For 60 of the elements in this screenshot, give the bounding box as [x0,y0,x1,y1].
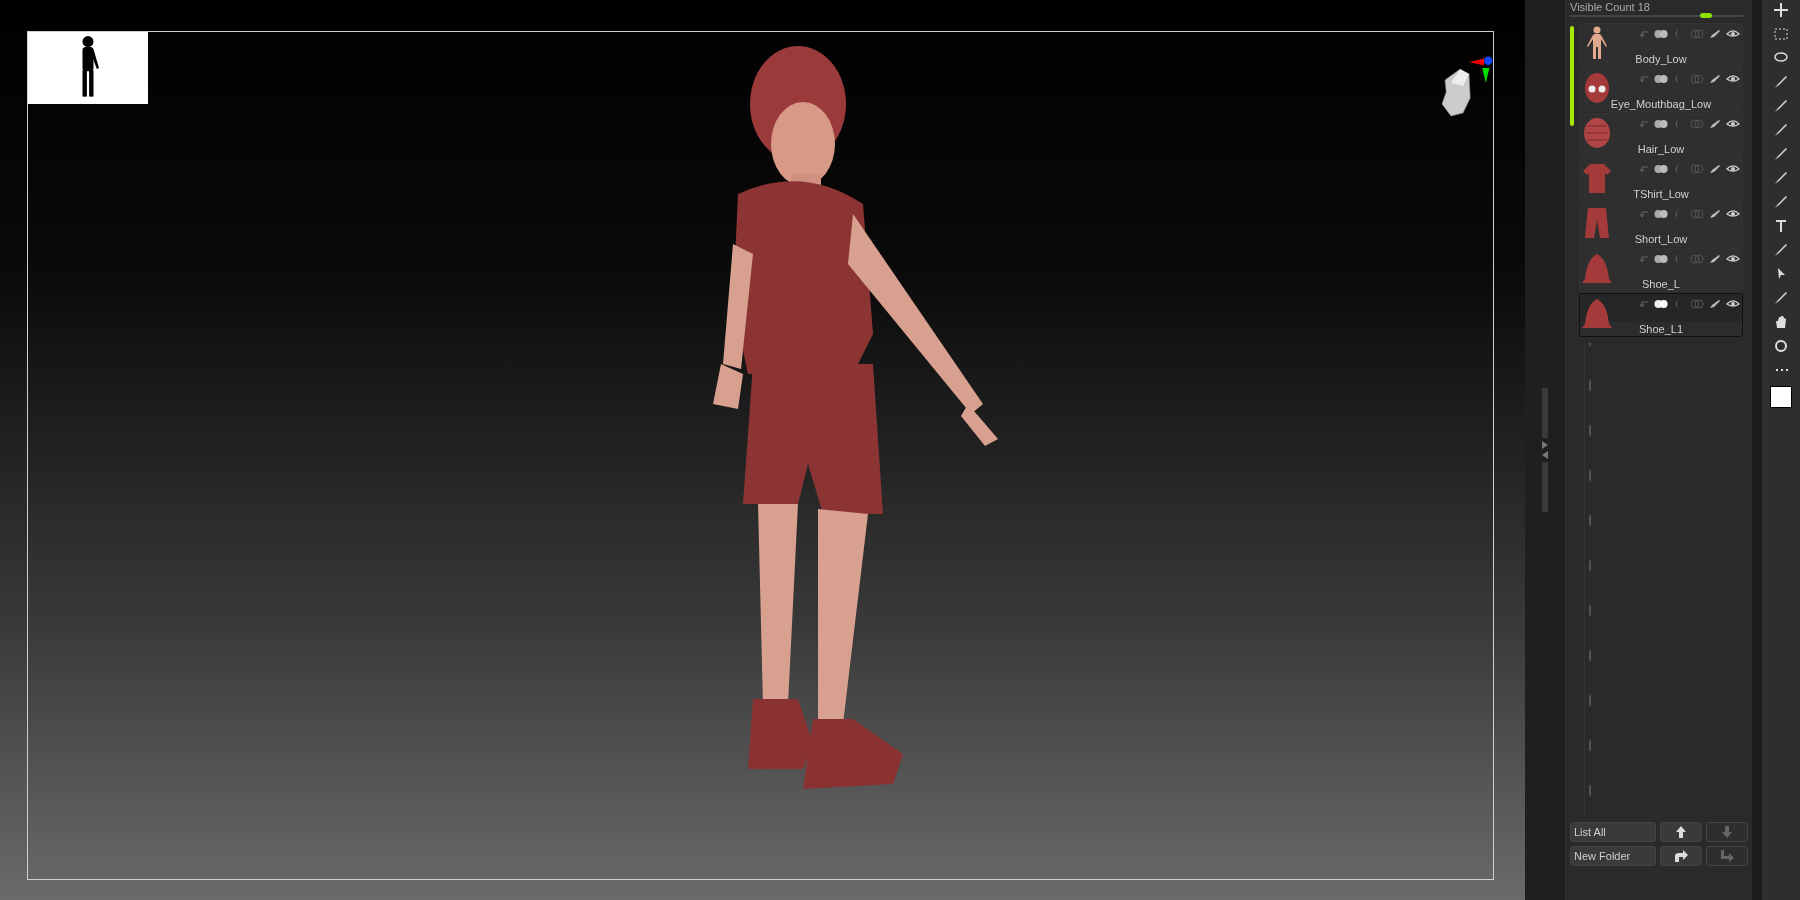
select-tool-icon[interactable] [1773,26,1789,42]
toggle-dots-icon[interactable] [1654,209,1668,219]
collapse-arrows-icon[interactable] [1541,440,1549,460]
toggle-dots-icon[interactable] [1654,299,1668,309]
subtool-item[interactable]: Shoe_L [1579,248,1743,292]
toggle-dots-icon[interactable] [1654,254,1668,264]
visible-count-slider[interactable] [1699,13,1712,18]
subtool-item[interactable]: TShirt_Low [1579,158,1743,202]
brush-icon[interactable] [1708,74,1722,84]
subtool-thumbnail-icon [1582,71,1612,105]
subtool-name: Shoe_L [1641,278,1681,290]
eye-icon[interactable] [1726,299,1740,309]
subtool-thumbnail-icon [1582,116,1612,150]
subtool-thumbnail-icon [1582,251,1612,285]
subtool-name: Hair_Low [1636,143,1686,155]
toggle-dots-icon[interactable] [1654,29,1668,39]
subtool-name: Shoe_L1 [1637,323,1684,335]
curved-arrow-icon [1674,850,1688,862]
move-tool-icon[interactable] [1773,2,1789,18]
subtool-thumbnail-icon [1582,206,1612,240]
new-folder-button[interactable]: New Folder [1570,846,1656,866]
eye-icon[interactable] [1726,74,1740,84]
down-arrow-icon [1722,826,1732,838]
subtool-item[interactable]: Shoe_L1 [1579,293,1743,337]
up-arrow-icon [1676,826,1686,838]
subtool-name: Body_Low [1634,53,1688,65]
brush-icon[interactable] [1708,254,1722,264]
toggle-dots-icon[interactable] [1654,74,1668,84]
brush-icon[interactable] [1708,299,1722,309]
visible-count-label: Visible Count 18 [1570,1,1651,13]
move-up-button[interactable] [1660,822,1702,842]
subtool-item[interactable]: Eye_Mouthbag_Low [1579,68,1743,112]
list-all-button[interactable]: List All [1570,822,1656,842]
subtool-thumbnail-icon [1582,161,1612,195]
eye-icon[interactable] [1726,119,1740,129]
list-scrollbar[interactable] [1570,26,1574,126]
text-tool-icon[interactable] [1773,218,1789,234]
brush-icon[interactable] [1708,29,1722,39]
color-swatch[interactable] [1770,386,1792,408]
hand-tool-icon[interactable] [1773,314,1789,330]
eye-icon[interactable] [1726,29,1740,39]
insert-right-button[interactable] [1660,846,1702,866]
rotate-tool-icon[interactable] [1773,338,1789,354]
subtool-item[interactable]: Body_Low [1579,23,1743,67]
subtool-name: Short_Low [1633,233,1689,245]
subtool-name: Eye_Mouthbag_Low [1609,98,1713,110]
brush-icon[interactable] [1708,209,1722,219]
subtool-item[interactable]: Hair_Low [1579,113,1743,157]
subtool-item[interactable]: Short_Low [1579,203,1743,247]
toggle-dots-icon[interactable] [1654,119,1668,129]
eye-icon[interactable] [1726,164,1740,174]
eye-icon[interactable] [1726,254,1740,264]
brush-icon[interactable] [1708,164,1722,174]
subtool-name: TShirt_Low [1632,188,1690,200]
toggle-dots-icon[interactable] [1654,164,1668,174]
eye-icon[interactable] [1726,209,1740,219]
brush-icon[interactable] [1708,119,1722,129]
subtool-thumbnail-icon [1582,296,1612,330]
viewport[interactable] [0,0,1525,900]
corner-arrow-icon [1720,850,1734,862]
